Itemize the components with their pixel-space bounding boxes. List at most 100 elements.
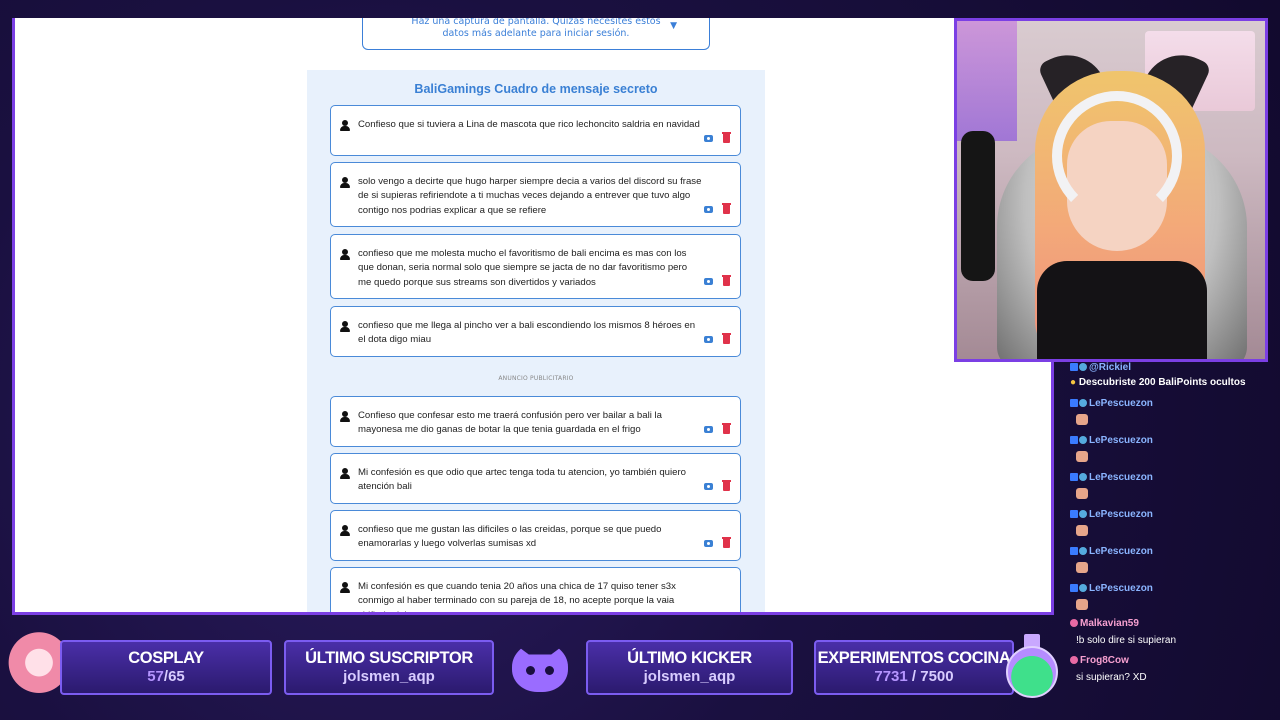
screenshot-hint: Haz una captura de pantalla. Quizás nece… xyxy=(362,18,710,50)
camera-icon[interactable] xyxy=(704,135,713,142)
headphones xyxy=(1052,91,1182,221)
message-card: confieso que me molesta mucho el favorit… xyxy=(330,234,741,299)
potion-icon xyxy=(1002,630,1062,702)
chat-line: LePescuezon xyxy=(1070,583,1153,594)
message-text: confieso que me gustan las dificiles o l… xyxy=(358,524,662,550)
trash-icon[interactable] xyxy=(722,132,731,143)
camera-icon[interactable] xyxy=(704,483,713,490)
chat-line: @Rickiel xyxy=(1070,362,1131,373)
chat-message: si supieran? XD xyxy=(1076,672,1147,683)
user-icon xyxy=(340,321,350,333)
badge-icon xyxy=(1070,436,1078,444)
user-icon xyxy=(340,468,350,480)
chat-line: LePescuezon xyxy=(1070,435,1153,446)
badge-icon xyxy=(1070,363,1078,371)
trash-icon[interactable] xyxy=(722,333,731,344)
chat-username[interactable]: LePescuezon xyxy=(1089,472,1153,483)
chat-username[interactable]: LePescuezon xyxy=(1089,509,1153,520)
chevron-down-icon[interactable]: ▼ xyxy=(670,20,677,32)
ad-label: ANUNCIO PUBLICITARIO xyxy=(498,375,574,382)
last-subscriber: ÚLTIMO SUSCRIPTOR jolsmen_aqp xyxy=(284,640,494,695)
trash-icon[interactable] xyxy=(722,275,731,286)
message-text: Confieso que si tuviera a Lina de mascot… xyxy=(358,119,700,130)
message-text: confieso que me llega al pincho ver a ba… xyxy=(358,320,696,346)
cooking-current: 7731 xyxy=(874,668,908,685)
message-card: Confieso que si tuviera a Lina de mascot… xyxy=(330,105,741,156)
chat-username[interactable]: LePescuezon xyxy=(1089,398,1153,409)
user-icon xyxy=(340,582,350,594)
trash-icon[interactable] xyxy=(722,203,731,214)
badge-icon xyxy=(1079,399,1087,407)
kicker-name: jolsmen_aqp xyxy=(643,668,736,685)
cat-logo-icon xyxy=(512,642,568,692)
subscriber-label: ÚLTIMO SUSCRIPTOR xyxy=(305,649,473,667)
cosplay-current: 57 xyxy=(147,668,164,685)
camera-icon[interactable] xyxy=(704,206,713,213)
kicker-label: ÚLTIMO KICKER xyxy=(627,649,752,667)
emote-icon xyxy=(1076,451,1088,462)
message-card: confieso que me llega al pincho ver a ba… xyxy=(330,306,741,357)
message-text: Mi confesión es que odio que artec tenga… xyxy=(358,467,687,493)
secret-message-panel: BaliGamings Cuadro de mensaje secreto Co… xyxy=(307,70,765,612)
user-icon xyxy=(340,177,350,189)
chat-line: LePescuezon xyxy=(1070,546,1153,557)
camera-icon[interactable] xyxy=(704,540,713,547)
cosplay-progress: 57/65 xyxy=(62,667,270,686)
message-card: Mi confesión es que odio que artec tenga… xyxy=(330,453,741,504)
chat-line: LePescuezon xyxy=(1070,509,1153,520)
chat-line: ● Descubriste 200 BaliPoints ocultos xyxy=(1070,377,1246,388)
panel-title: BaliGamings Cuadro de mensaje secreto xyxy=(414,82,658,96)
badge-icon xyxy=(1070,547,1078,555)
coin-icon: ● xyxy=(1070,377,1079,388)
chat-username[interactable]: LePescuezon xyxy=(1089,583,1153,594)
cosplay-total: /65 xyxy=(163,668,185,685)
user-icon xyxy=(340,120,350,132)
streamer-shirt xyxy=(1037,261,1207,359)
camera-icon[interactable] xyxy=(704,336,713,343)
chat-message: !b solo dire si supieran xyxy=(1076,635,1177,646)
emote-icon xyxy=(1076,562,1088,573)
chat-username[interactable]: LePescuezon xyxy=(1089,546,1153,557)
badge-icon xyxy=(1070,656,1078,664)
chat-message: Descubriste 200 BaliPoints ocultos xyxy=(1078,377,1246,388)
badge-icon xyxy=(1079,547,1087,555)
chat-username[interactable]: @Rickiel xyxy=(1089,362,1131,373)
cosplay-goal: COSPLAY 57/65 xyxy=(60,640,272,695)
badge-icon xyxy=(1079,436,1087,444)
trash-icon[interactable] xyxy=(722,423,731,434)
webcam-feed xyxy=(954,18,1268,362)
message-text: Mi confesión es que cuando tenia 20 años… xyxy=(358,581,676,612)
badge-icon xyxy=(1079,584,1087,592)
background-light xyxy=(957,21,1017,141)
badge-icon xyxy=(1079,510,1087,518)
message-text: Confieso que confesar esto me traerá con… xyxy=(358,410,662,436)
badge-icon xyxy=(1070,619,1078,627)
camera-icon[interactable] xyxy=(704,426,713,433)
message-text: confieso que me molesta mucho el favorit… xyxy=(358,248,688,288)
cosplay-label: COSPLAY xyxy=(128,649,204,667)
trash-icon[interactable] xyxy=(722,480,731,491)
chat-username[interactable]: Frog8Cow xyxy=(1080,655,1129,666)
message-card: Confieso que confesar esto me traerá con… xyxy=(330,396,741,447)
message-card: confieso que me gustan las dificiles o l… xyxy=(330,510,741,561)
badge-icon xyxy=(1070,584,1078,592)
microphone xyxy=(961,131,995,281)
message-text: solo vengo a decirte que hugo harper sie… xyxy=(358,176,702,216)
badge-icon xyxy=(1070,510,1078,518)
badge-icon xyxy=(1079,363,1087,371)
cooking-progress: 7731 / 7500 xyxy=(816,667,1012,686)
chat-username[interactable]: Malkavian59 xyxy=(1080,618,1139,629)
emote-icon xyxy=(1076,599,1088,610)
subscriber-name: jolsmen_aqp xyxy=(343,668,435,685)
user-icon xyxy=(340,249,350,261)
emote-icon xyxy=(1076,488,1088,499)
chat-line: Frog8Cow xyxy=(1070,655,1129,666)
trash-icon[interactable] xyxy=(722,537,731,548)
stream-overlay-bar: COSPLAY 57/65 ÚLTIMO SUSCRIPTOR jolsmen_… xyxy=(0,630,1070,720)
camera-icon[interactable] xyxy=(704,278,713,285)
message-card: solo vengo a decirte que hugo harper sie… xyxy=(330,162,741,227)
user-icon xyxy=(340,411,350,423)
chat-username[interactable]: LePescuezon xyxy=(1089,435,1153,446)
last-kicker: ÚLTIMO KICKER jolsmen_aqp xyxy=(586,640,793,695)
message-card: Mi confesión es que cuando tenia 20 años… xyxy=(330,567,741,612)
